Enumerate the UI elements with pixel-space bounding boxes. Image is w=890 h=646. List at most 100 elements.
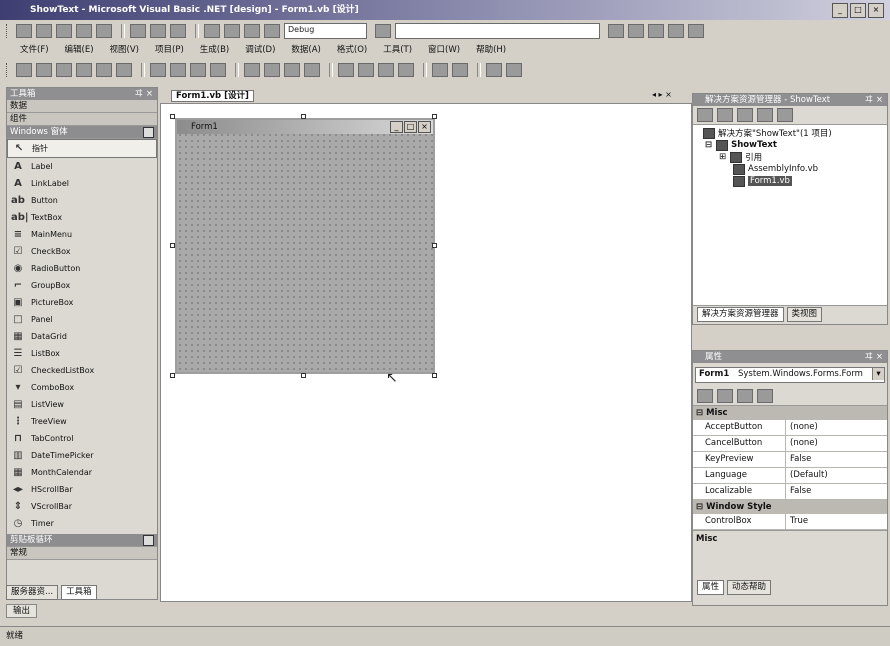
save-all-icon[interactable] — [96, 24, 112, 38]
property-row[interactable]: AcceptButton (none) — [693, 420, 887, 436]
menu-window[interactable]: 窗口(W) — [428, 43, 460, 55]
align-left-icon[interactable] — [16, 63, 32, 77]
form-minimize-button[interactable]: _ — [390, 121, 403, 133]
categorized-icon[interactable] — [697, 389, 713, 403]
property-category-window-style[interactable]: ⊟ Window Style — [693, 500, 887, 514]
start-icon[interactable] — [264, 24, 280, 38]
property-value[interactable]: (none) — [786, 436, 887, 451]
align-center-icon[interactable] — [36, 63, 52, 77]
menu-edit[interactable]: 编辑(E) — [65, 43, 94, 55]
undo-icon[interactable] — [204, 24, 220, 38]
same-width-icon[interactable] — [150, 63, 166, 77]
solution-config-combo[interactable]: Debug — [284, 23, 367, 39]
tree-node-project[interactable]: ⊟ ShowText — [693, 139, 887, 151]
toolbox-item-combobox[interactable]: ▾ ComboBox — [7, 379, 157, 396]
toolbox-item-checkedlistbox[interactable]: ☑ CheckedListBox — [7, 362, 157, 379]
tree-node-assemblyinfo[interactable]: AssemblyInfo.vb — [693, 163, 887, 175]
document-nav-icons[interactable]: ◂ ▸ × — [652, 90, 672, 99]
solution-explorer-icon[interactable] — [608, 24, 624, 38]
toolbox-item-monthcalendar[interactable]: ▦ MonthCalendar — [7, 464, 157, 481]
properties-view-icon[interactable] — [737, 389, 753, 403]
align-top-icon[interactable] — [76, 63, 92, 77]
form-maximize-button[interactable]: □ — [404, 121, 417, 133]
toolbox-item-listbox[interactable]: ☰ ListBox — [7, 345, 157, 362]
toolbox-item-mainmenu[interactable]: ≡ MainMenu — [7, 226, 157, 243]
menu-file[interactable]: 文件(F) — [20, 43, 49, 55]
toolbox-item-textbox[interactable]: ab| TextBox — [7, 209, 157, 226]
property-value[interactable]: (Default) — [786, 468, 887, 483]
toolbox-item-radiobutton[interactable]: ◉ RadioButton — [7, 260, 157, 277]
menu-build[interactable]: 生成(B) — [200, 43, 229, 55]
property-row[interactable]: Language (Default) — [693, 468, 887, 484]
toolbox-category-data[interactable]: 数据 — [7, 100, 157, 113]
vspacing-remove-icon[interactable] — [398, 63, 414, 77]
toolbox-category-windows-forms[interactable]: Windows 窗体 — [7, 126, 157, 139]
paste-icon[interactable] — [170, 24, 186, 38]
tab-output[interactable]: 输出 — [6, 604, 38, 618]
tab-dynamic-help[interactable]: 动态帮助 — [727, 579, 772, 595]
tab-properties[interactable]: 属性 — [697, 579, 725, 595]
properties-icon[interactable] — [777, 108, 793, 122]
dropdown-icon[interactable] — [668, 24, 684, 38]
view-designer-icon[interactable] — [717, 108, 733, 122]
tab-toolbox[interactable]: 工具箱 — [61, 584, 97, 600]
form-close-button[interactable]: × — [418, 121, 431, 133]
align-middle-icon[interactable] — [96, 63, 112, 77]
hspacing-remove-icon[interactable] — [304, 63, 320, 77]
refresh-icon[interactable] — [737, 108, 753, 122]
tab-class-view[interactable]: 类视图 — [786, 306, 823, 322]
form1-window[interactable]: Form1 _ □ × — [175, 118, 435, 374]
toolbox-category-components[interactable]: 组件 — [7, 113, 157, 126]
size-to-grid-icon[interactable] — [210, 63, 226, 77]
toolbar-grip[interactable] — [6, 63, 10, 77]
toolbar-grip[interactable] — [6, 24, 10, 38]
new-project-icon[interactable] — [16, 24, 32, 38]
toolbox-item-picturebox[interactable]: ▣ PictureBox — [7, 294, 157, 311]
add-item-icon[interactable] — [36, 24, 52, 38]
tab-solution-explorer[interactable]: 解决方案资源管理器 — [697, 306, 784, 322]
property-row[interactable]: ControlBox True — [693, 514, 887, 530]
collapse-icon[interactable]: ⊟ — [705, 140, 712, 150]
toolbox-item-datetimepicker[interactable]: ▥ DateTimePicker — [7, 447, 157, 464]
toolbox-item-button[interactable]: ab Button — [7, 192, 157, 209]
same-size-icon[interactable] — [190, 63, 206, 77]
toolbox-category-clipboard[interactable]: 剪贴板循环 — [7, 534, 157, 547]
toolbox-item-label[interactable]: A Label — [7, 158, 157, 175]
save-icon[interactable] — [76, 24, 92, 38]
property-value[interactable]: True — [786, 514, 887, 529]
resize-handle[interactable] — [170, 373, 175, 378]
menu-data[interactable]: 数据(A) — [291, 43, 320, 55]
toolbox-item-panel[interactable]: □ Panel — [7, 311, 157, 328]
properties-icon[interactable] — [628, 24, 644, 38]
hspacing-increase-icon[interactable] — [264, 63, 280, 77]
toolbox-item-listview[interactable]: ▤ ListView — [7, 396, 157, 413]
menu-project[interactable]: 项目(P) — [155, 43, 184, 55]
toolbox-item-groupbox[interactable]: ⌐ GroupBox — [7, 277, 157, 294]
property-row[interactable]: Localizable False — [693, 484, 887, 500]
toolbox-item-checkbox[interactable]: ☑ CheckBox — [7, 243, 157, 260]
maximize-button[interactable]: □ — [850, 3, 866, 18]
cut-icon[interactable] — [130, 24, 146, 38]
expand-icon[interactable]: ⊞ — [719, 152, 726, 162]
view-code-icon[interactable] — [697, 108, 713, 122]
toolbox-category-general[interactable]: 常规 — [7, 547, 157, 560]
toolbox-item-vscrollbar[interactable]: ⇕ VScrollBar — [7, 498, 157, 515]
alphabetical-icon[interactable] — [717, 389, 733, 403]
resize-handle[interactable] — [301, 114, 306, 119]
hspacing-decrease-icon[interactable] — [284, 63, 300, 77]
menu-help[interactable]: 帮助(H) — [476, 43, 506, 55]
object-selector[interactable]: Form1 System.Windows.Forms.Form ▾ — [695, 367, 885, 383]
vspacing-decrease-icon[interactable] — [378, 63, 394, 77]
send-to-back-icon[interactable] — [506, 63, 522, 77]
vspacing-increase-icon[interactable] — [358, 63, 374, 77]
close-button[interactable]: × — [868, 3, 884, 18]
resize-handle[interactable] — [301, 373, 306, 378]
property-row[interactable]: CancelButton (none) — [693, 436, 887, 452]
help-icon[interactable] — [688, 24, 704, 38]
property-category-misc[interactable]: ⊟ Misc — [693, 406, 887, 420]
find-icon[interactable] — [375, 24, 391, 38]
menu-view[interactable]: 视图(V) — [110, 43, 139, 55]
vspacing-equal-icon[interactable] — [338, 63, 354, 77]
tree-node-form1[interactable]: Form1.vb — [693, 175, 887, 187]
center-horizontally-icon[interactable] — [432, 63, 448, 77]
